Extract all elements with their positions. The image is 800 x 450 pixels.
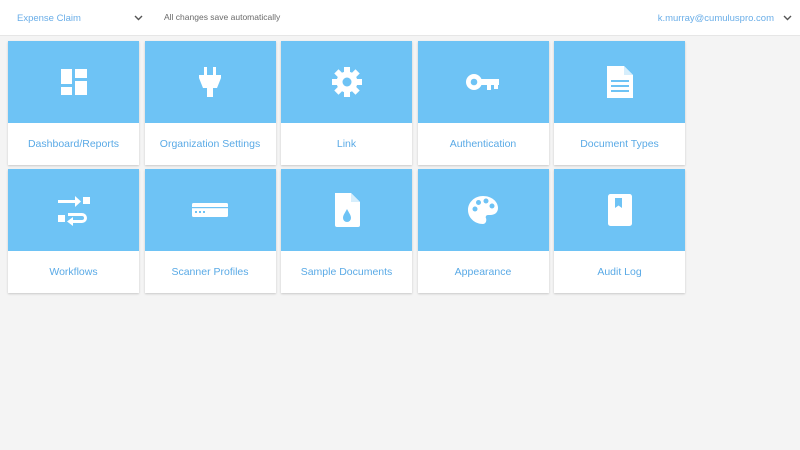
tile-icon-area [554,169,685,251]
tile-label: Sample Documents [300,266,393,278]
scanner-icon [191,202,229,218]
tile-icon-area [417,41,549,123]
palette-icon [467,195,499,225]
book-bookmark-icon [607,193,633,227]
dashboard-icon [59,67,89,97]
chevron-down-icon [134,15,143,21]
tile-label: Organization Settings [159,138,261,150]
tile-sample-documents[interactable]: Sample Documents [281,169,412,293]
tile-icon-area [144,41,276,123]
tile-dashboard-reports[interactable]: Dashboard/Reports [8,41,139,165]
tile-label: Workflows [49,266,98,278]
tile-label: Scanner Profiles [171,266,249,278]
save-status-text: All changes save automatically [164,12,281,22]
tile-label: Authentication [449,138,517,150]
admin-tile-grid: Dashboard/Reports Organization Settings [8,41,685,293]
tile-authentication[interactable]: Authentication [417,41,549,165]
tile-icon-area [8,41,139,123]
document-icon [606,65,634,99]
user-email: k.murray@cumuluspro.com [657,12,774,24]
tile-audit-log[interactable]: Audit Log [554,169,685,293]
tile-scanner-profiles[interactable]: Scanner Profiles [144,169,276,293]
app-select-label: Expense Claim [17,12,81,24]
tile-label: Appearance [454,266,512,278]
plug-icon [197,66,223,98]
tile-workflows[interactable]: Workflows [8,169,139,293]
user-menu[interactable]: k.murray@cumuluspro.com [658,10,792,26]
tile-document-types[interactable]: Document Types [554,41,685,165]
app-select-dropdown[interactable]: Expense Claim [17,10,143,26]
key-icon [465,71,501,93]
gear-icon [331,66,363,98]
tile-link[interactable]: Link [281,41,412,165]
tile-icon-area [8,169,139,251]
tile-label: Dashboard/Reports [27,138,120,150]
tile-label: Link [336,138,357,150]
tile-appearance[interactable]: Appearance [417,169,549,293]
tile-icon-area [417,169,549,251]
workflow-arrows-icon [56,192,92,228]
file-drop-icon [333,192,361,228]
tile-icon-area [281,41,412,123]
tile-icon-area [144,169,276,251]
tile-organization-settings[interactable]: Organization Settings [144,41,276,165]
tile-label: Document Types [580,138,659,150]
tile-label: Audit Log [597,266,642,278]
tile-icon-area [554,41,685,123]
tile-icon-area [281,169,412,251]
chevron-down-icon [783,15,792,21]
top-bar: Expense Claim All changes save automatic… [0,0,800,36]
